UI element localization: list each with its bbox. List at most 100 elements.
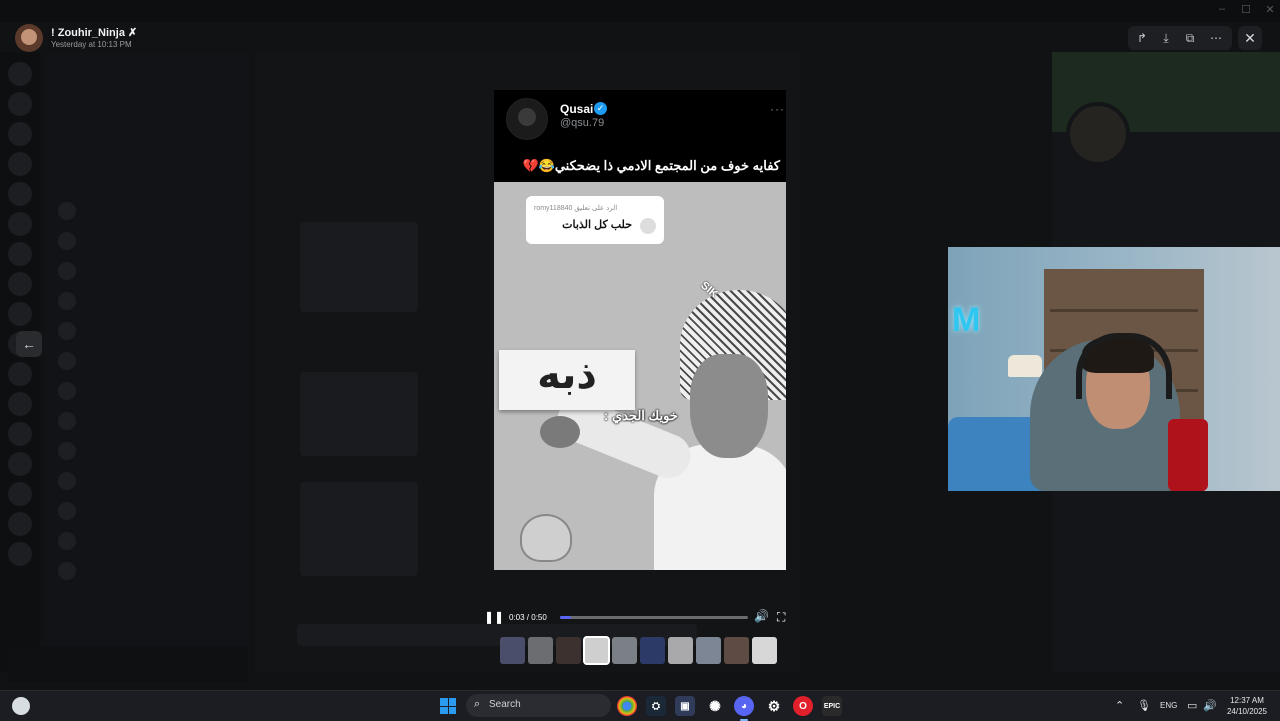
volume-icon[interactable]: 🔊	[754, 609, 769, 623]
list-item[interactable]	[58, 532, 238, 550]
lamp	[1008, 355, 1042, 377]
media-thumbnail[interactable]	[528, 637, 553, 664]
list-item[interactable]	[58, 352, 238, 370]
media-thumbnail[interactable]	[556, 637, 581, 664]
weather-icon[interactable]	[12, 697, 30, 715]
post-caption: كفايه خوف من المجتمع الادمي ذا يضحكني😂💔	[522, 158, 780, 173]
search-placeholder: Search	[489, 699, 521, 710]
server-icon[interactable]	[8, 122, 32, 146]
arrow-left-icon[interactable]: ←	[16, 331, 42, 357]
chat-media[interactable]	[300, 372, 418, 456]
server-icon[interactable]	[8, 422, 32, 446]
server-icon[interactable]	[8, 272, 32, 296]
media-thumbnail[interactable]	[640, 637, 665, 664]
minimize-icon[interactable]: –	[1214, 3, 1230, 17]
list-item[interactable]	[58, 502, 238, 520]
video-progress-fill	[560, 616, 572, 619]
epic-games-icon[interactable]: EPIC	[822, 696, 842, 716]
taskbar: ⌕ Search ⛭ ▣ ✺ ◕ ⚙ O EPIC ⌃ 🎙 ENG ▭ 🔊 12…	[0, 690, 1280, 721]
post-author-name[interactable]: Qusai	[560, 102, 593, 116]
forward-arrow-icon[interactable]: ↱	[1130, 26, 1154, 50]
server-icon[interactable]	[8, 452, 32, 476]
taskbar-clock[interactable]: 12:37 AM 24/10/2025	[1222, 695, 1272, 717]
video-progress-bar[interactable]	[560, 616, 748, 619]
server-icon[interactable]	[8, 302, 32, 326]
discord-icon[interactable]: ◕	[734, 696, 754, 721]
media-thumbnail[interactable]	[500, 637, 525, 664]
server-icon[interactable]	[8, 482, 32, 506]
list-item[interactable]	[58, 442, 238, 460]
server-icon[interactable]	[8, 212, 32, 236]
open-external-icon[interactable]: ⧉	[1178, 26, 1202, 50]
chrome-icon[interactable]	[617, 696, 637, 716]
verified-badge-icon: ✓	[594, 102, 607, 115]
server-icon[interactable]	[8, 512, 32, 536]
start-button[interactable]	[440, 698, 456, 714]
sign-card: ذبه	[499, 350, 635, 410]
server-icon[interactable]	[8, 242, 32, 266]
list-item[interactable]	[58, 412, 238, 430]
chat-media[interactable]	[300, 222, 418, 312]
microphone-icon[interactable]: 🎙	[1137, 699, 1151, 712]
tool-icon[interactable]: ▣	[675, 696, 695, 716]
list-item[interactable]	[58, 382, 238, 400]
server-list	[0, 52, 40, 672]
chatgpt-icon[interactable]: ✺	[705, 696, 725, 716]
media-thumbnail[interactable]	[752, 637, 777, 664]
server-icon[interactable]	[8, 542, 32, 566]
chevron-up-icon[interactable]: ⌃	[1115, 699, 1124, 712]
clock-time: 12:37 AM	[1230, 696, 1264, 705]
speaker-icon[interactable]: 🔊	[1203, 699, 1217, 712]
media-thumbnail[interactable]	[612, 637, 637, 664]
more-dots-icon[interactable]: ⋯	[1204, 26, 1228, 50]
server-icon[interactable]	[8, 182, 32, 206]
server-icon[interactable]	[8, 362, 32, 386]
video-time: 0:03 / 0:50	[509, 613, 547, 622]
steam-icon[interactable]: ⛭	[646, 696, 666, 716]
pause-icon[interactable]: ❚❚	[484, 610, 504, 624]
list-item[interactable]	[58, 292, 238, 310]
profile-avatar	[1066, 102, 1130, 166]
post-video[interactable]: romy118840 الرد على تعليق حلب كل الذبات …	[494, 182, 786, 570]
close-icon[interactable]: ✕	[1238, 26, 1262, 50]
opera-icon[interactable]: O	[793, 696, 813, 716]
user-panel	[8, 646, 248, 682]
video-figure-hand	[540, 416, 580, 448]
video-controls: ❚❚ 0:03 / 0:50 🔊 ⛶	[482, 608, 792, 628]
list-item[interactable]	[58, 262, 238, 280]
download-icon[interactable]: ⤓	[1154, 26, 1178, 50]
comment-meta: romy118840 الرد على تعليق	[534, 205, 618, 212]
media-thumbnail[interactable]	[696, 637, 721, 664]
steam-alt-icon[interactable]: ⚙	[764, 696, 784, 716]
media-thumbnail[interactable]	[724, 637, 749, 664]
maximize-icon[interactable]: ☐	[1238, 3, 1254, 17]
comment-reply-bubble: romy118840 الرد على تعليق حلب كل الذبات	[526, 196, 664, 244]
post-avatar[interactable]	[506, 98, 548, 140]
list-item[interactable]	[58, 562, 238, 580]
video-cup	[520, 514, 572, 562]
server-icon[interactable]	[8, 392, 32, 416]
avatar[interactable]	[15, 24, 43, 52]
author-name[interactable]: ! Zouhir_Ninja ✗	[51, 26, 137, 39]
post-handle[interactable]: @qsu.79	[560, 117, 604, 129]
clock-date: 24/10/2025	[1226, 707, 1268, 716]
list-item[interactable]	[58, 202, 238, 220]
list-item[interactable]	[58, 472, 238, 490]
chat-media[interactable]	[300, 482, 418, 576]
input-language[interactable]: ENG	[1160, 701, 1177, 710]
list-item[interactable]	[58, 232, 238, 250]
network-icon[interactable]: ▭	[1187, 699, 1197, 712]
server-icon[interactable]	[8, 62, 32, 86]
fullscreen-icon[interactable]: ⛶	[777, 610, 785, 625]
media-thumbnail[interactable]	[668, 637, 693, 664]
media-thumbnail[interactable]	[583, 636, 610, 665]
window-close-icon[interactable]: ✕	[1262, 3, 1278, 17]
video-overlay-text: خويك الجدي :	[604, 408, 678, 423]
server-icon[interactable]	[8, 92, 32, 116]
server-icon[interactable]	[8, 152, 32, 176]
taskbar-search[interactable]: ⌕ Search	[466, 694, 611, 717]
list-item[interactable]	[58, 322, 238, 340]
neon-logo-icon: M	[952, 301, 981, 339]
sign-text: ذبه	[537, 352, 597, 398]
more-dots-icon[interactable]: ···	[770, 102, 785, 116]
